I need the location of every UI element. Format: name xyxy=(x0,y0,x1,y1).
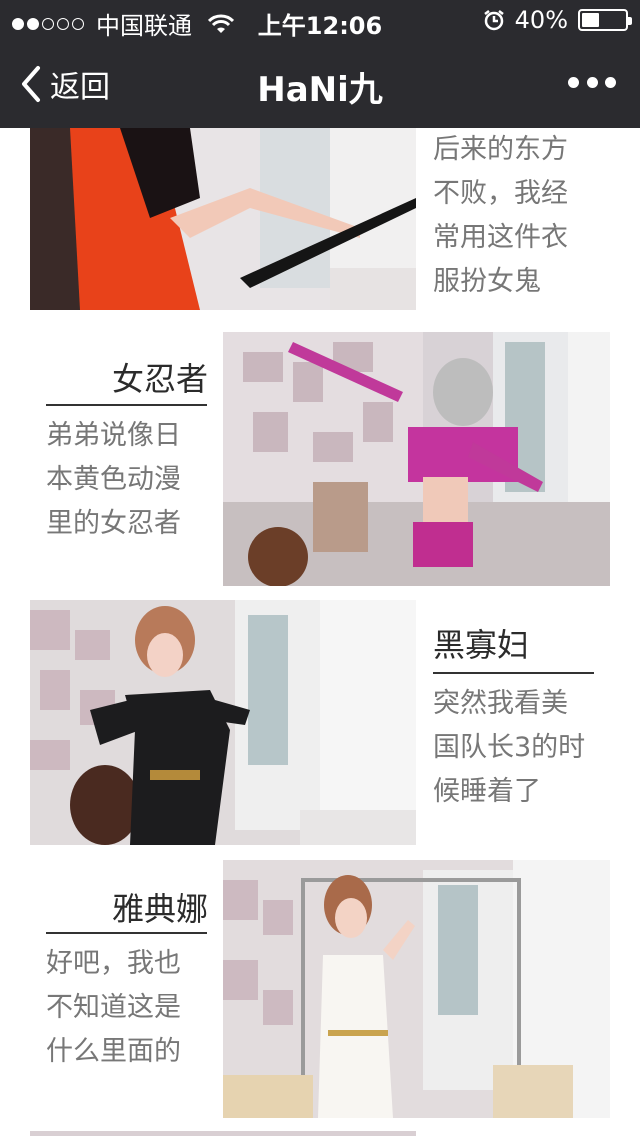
cosplay-photo-ghost[interactable] xyxy=(30,128,416,310)
navigation-bar: 返回 HaNi九 xyxy=(0,40,640,128)
status-right: 40% xyxy=(483,6,632,34)
article-content: 后来的东方 不败，我经 常用这件衣 服扮女鬼 女忍者 弟弟说像日 本黄色动漫 里… xyxy=(0,128,640,1136)
battery-percent: 40% xyxy=(514,6,568,34)
item-title: 女忍者 xyxy=(112,360,209,398)
cosplay-photo-black-widow[interactable] xyxy=(30,600,416,845)
title-divider xyxy=(46,932,207,934)
more-options-button[interactable] xyxy=(568,70,616,94)
title-divider xyxy=(46,404,207,406)
item-description: 突然我看美 国队长3的时 候睡着了 xyxy=(433,688,586,807)
alarm-icon xyxy=(483,10,504,31)
battery-icon xyxy=(578,9,632,31)
status-bar: 中国联通 上午12:06 40% xyxy=(0,0,640,40)
item-description: 弟弟说像日 本黄色动漫 里的女忍者 xyxy=(46,420,181,539)
cosplay-photo-athena[interactable] xyxy=(223,860,610,1118)
item-title: 黑寡妇 xyxy=(433,626,530,664)
battery-fill xyxy=(582,13,599,27)
cosplay-photo-ninja[interactable] xyxy=(223,332,610,586)
title-divider xyxy=(433,672,594,674)
item-description: 后来的东方 不败，我经 常用这件衣 服扮女鬼 xyxy=(433,134,568,297)
item-title: 雅典娜 xyxy=(112,890,209,928)
more-dots-icon xyxy=(568,76,579,88)
cosplay-photo-next[interactable] xyxy=(30,1131,416,1136)
page-title: HaNi九 xyxy=(257,70,383,110)
item-description: 好吧，我也 不知道这是 什么里面的 xyxy=(46,948,181,1067)
